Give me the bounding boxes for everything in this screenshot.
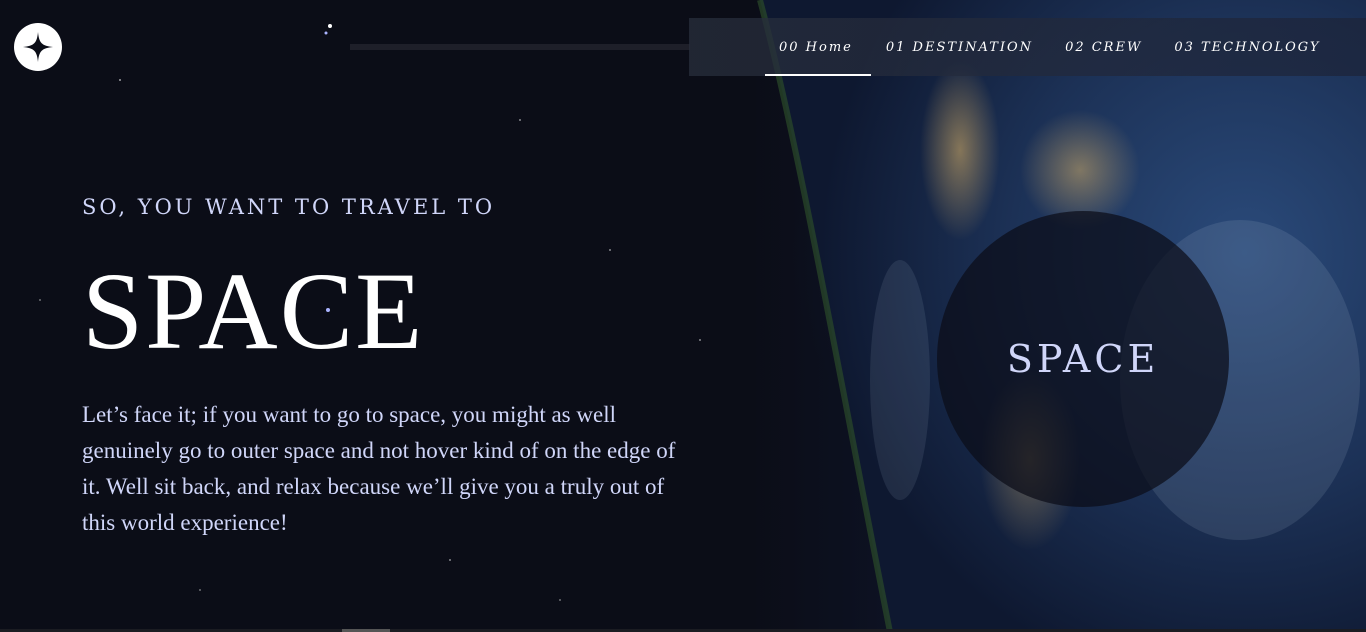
logo[interactable]: [14, 23, 62, 71]
star-logo-icon: [23, 32, 53, 62]
nav-item-destination[interactable]: 01 DESTINATION: [886, 18, 1033, 76]
nav-item-crew[interactable]: 02 CREW: [1065, 18, 1142, 76]
hero-title: SPACE: [82, 250, 425, 372]
main-navigation: 00 Home 01 DESTINATION 02 CREW 03 TECHNO…: [689, 18, 1366, 76]
explore-button[interactable]: SPACE: [937, 211, 1229, 507]
hero-eyebrow: SO, YOU WANT TO TRAVEL TO: [82, 195, 496, 219]
explore-button-label: SPACE: [1006, 337, 1160, 381]
nav-divider-line: [350, 44, 690, 50]
nav-item-technology[interactable]: 03 TECHNOLOGY: [1174, 18, 1320, 76]
hero-description: Let’s face it; if you want to go to spac…: [82, 402, 676, 535]
nav-item-home[interactable]: 00 Home: [765, 18, 871, 76]
